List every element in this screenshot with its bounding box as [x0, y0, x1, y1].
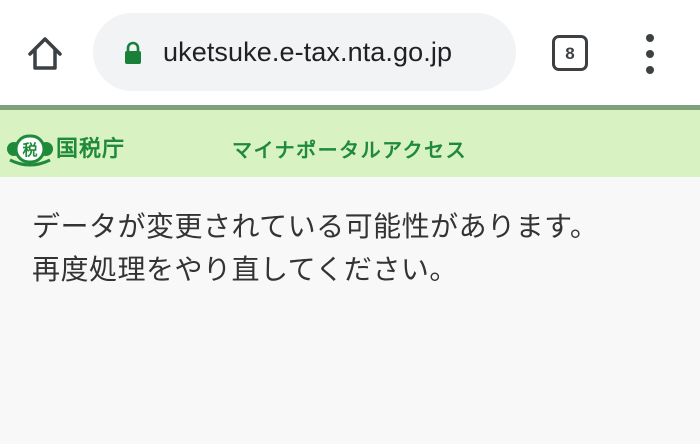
error-message-line-2: 再度処理をやり直してください。: [32, 253, 458, 286]
site-logo-text[interactable]: 国税庁: [56, 132, 125, 168]
site-header: 税 国税庁 マイナポータルアクセス: [0, 105, 700, 177]
error-message-line-1: データが変更されている可能性があります。: [32, 210, 599, 243]
home-button[interactable]: [22, 30, 68, 76]
myna-portal-access-link[interactable]: マイナポータルアクセス: [232, 132, 467, 168]
more-vert-icon: [646, 34, 654, 42]
address-bar[interactable]: uketsuke.e-tax.nta.go.jp: [93, 13, 516, 91]
lock-icon: [125, 41, 141, 64]
nta-logo-icon[interactable]: 税: [6, 132, 54, 168]
tab-switcher-button[interactable]: 8: [552, 35, 588, 71]
error-message: データが変更されている可能性があります。 再度処理をやり直してください。: [32, 205, 672, 291]
logo-mark-text: 税: [22, 141, 37, 159]
more-menu-button[interactable]: [636, 34, 664, 74]
tab-count: 8: [565, 43, 575, 63]
url-text[interactable]: uketsuke.e-tax.nta.go.jp: [163, 33, 452, 71]
home-icon: [28, 37, 62, 70]
browser-toolbar: uketsuke.e-tax.nta.go.jp 8: [0, 0, 700, 105]
